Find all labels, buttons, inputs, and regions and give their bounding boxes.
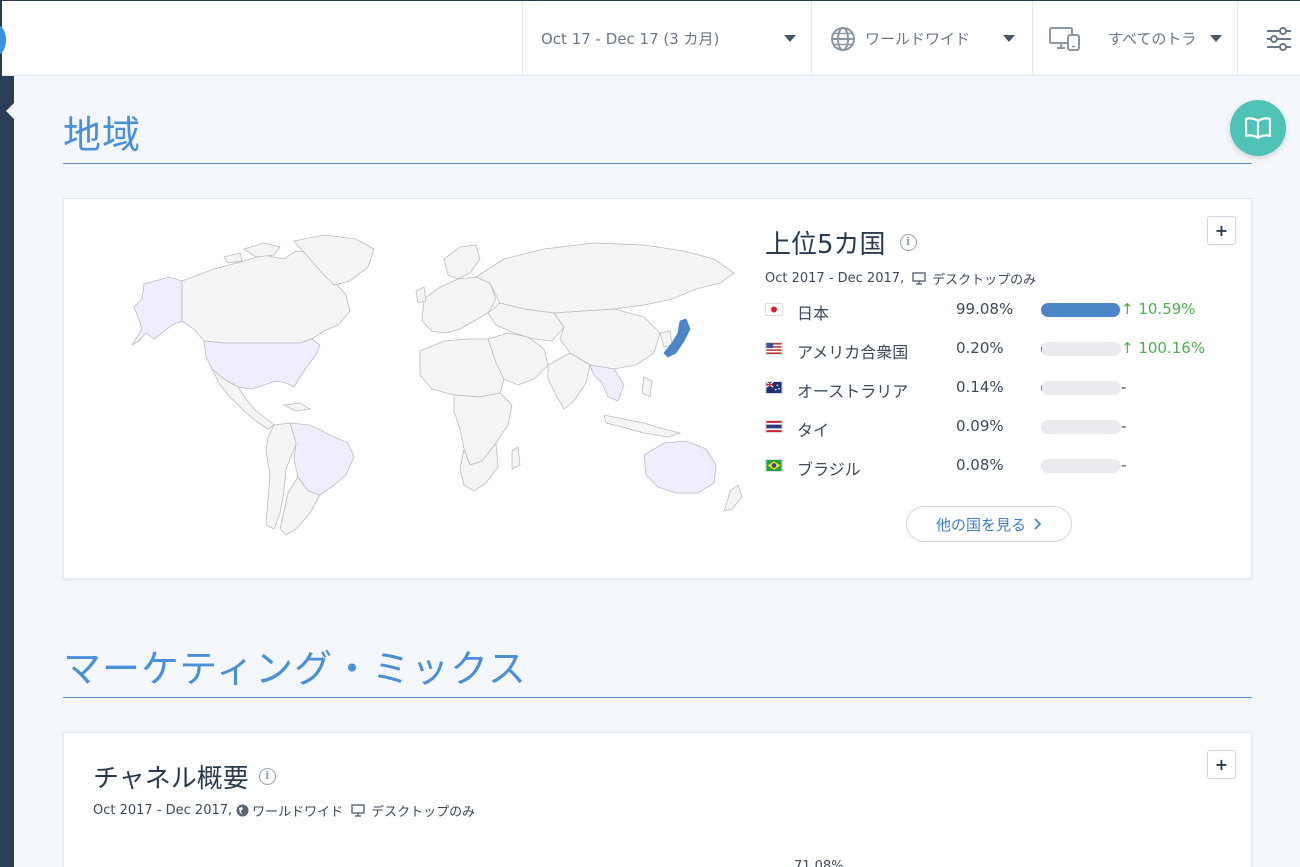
share-bar: [1041, 381, 1121, 395]
top-countries-card: + 上位5カ国 i Oct 2017 - Dec 2017, デスクトップのみ …: [63, 198, 1252, 579]
map-region-indonesia: [603, 414, 682, 438]
country-name: アメリカ合衆国: [797, 343, 909, 362]
country-share: 0.14%: [956, 378, 1004, 396]
top-countries-meta: Oct 2017 - Dec 2017, デスクトップのみ: [765, 269, 1036, 288]
share-bar-fill: [1041, 303, 1121, 317]
country-row-thailand[interactable]: タイ 0.09% -: [765, 415, 1225, 440]
map-region-uk: [415, 286, 427, 304]
map-region-russia: [475, 242, 735, 314]
region-section-title: 地域: [63, 113, 142, 157]
country-change: ↑ 10.59%: [1121, 300, 1196, 318]
share-bar: [1041, 420, 1121, 434]
section-divider: [63, 697, 1252, 698]
map-region-alaska: [131, 276, 183, 346]
top-countries-title: 上位5カ国 i: [765, 224, 917, 261]
flag-brazil-icon: [765, 459, 783, 472]
country-share: 99.08%: [956, 300, 1014, 318]
share-bar: [1041, 342, 1121, 356]
map-region-korea: [659, 330, 673, 348]
info-icon[interactable]: i: [899, 234, 917, 251]
country-name: 日本: [797, 304, 830, 323]
map-region-india: [547, 352, 591, 410]
country-row-japan[interactable]: 日本 99.08% ↑ 10.59%: [765, 298, 1225, 323]
channel-share-value: 71.08%: [794, 859, 844, 867]
see-more-countries-button[interactable]: 他の国を見る: [906, 506, 1072, 542]
device-label: デスクトップのみ: [371, 805, 476, 820]
traffic-value: すべてのトラフィック: [1108, 30, 1198, 48]
country-name: タイ: [797, 421, 830, 440]
country-share: 0.08%: [956, 456, 1004, 474]
chevron-down-icon: [1003, 35, 1015, 42]
country-row-usa[interactable]: アメリカ合衆国 0.20% ↑ 100.16%: [765, 337, 1225, 362]
share-bar: [1041, 303, 1121, 317]
flag-australia-icon: [765, 381, 783, 394]
country-change: ↑ 100.16%: [1121, 339, 1206, 357]
channel-overview-card: + チャネル概要 i Oct 2017 - Dec 2017, ワールドワイド デ…: [63, 732, 1252, 867]
desktop-icon: [351, 804, 365, 817]
channel-overview-title: チャネル概要 i: [93, 758, 276, 795]
chevron-right-icon: [1034, 518, 1042, 530]
book-icon: [1245, 117, 1271, 139]
app-logo-icon[interactable]: [0, 25, 6, 55]
world-map[interactable]: [124, 229, 744, 539]
globe-icon: [236, 804, 249, 817]
map-region-new-zealand: [723, 484, 743, 512]
region-value: ワールドワイド: [865, 30, 971, 48]
map-region-australia: [643, 440, 717, 494]
region-dropdown[interactable]: ワールドワイド: [811, 1, 1033, 76]
channel-overview-meta: Oct 2017 - Dec 2017, ワールドワイド デスクトップのみ: [93, 801, 475, 820]
map-region-scandinavia: [443, 244, 481, 280]
date-range-value: Oct 17 - Dec 17 (3 カ月): [541, 30, 720, 48]
desktop-icon: [912, 272, 926, 285]
share-bar: [1041, 459, 1121, 473]
map-region-madagascar: [511, 446, 521, 470]
period-label: Oct 2017 - Dec 2017,: [93, 803, 233, 818]
sliders-icon: [1267, 27, 1291, 51]
map-region-southeast-asia: [589, 364, 625, 402]
info-icon[interactable]: i: [258, 768, 276, 785]
top-countries-title-text: 上位5カ国: [765, 230, 886, 260]
country-row-australia[interactable]: オーストラリア 0.14% -: [765, 376, 1225, 401]
map-region-europe: [421, 276, 497, 334]
add-to-dashboard-button[interactable]: +: [1207, 216, 1236, 245]
country-change: -: [1121, 378, 1127, 396]
device-label: デスクトップのみ: [932, 273, 1037, 288]
country-name: ブラジル: [797, 460, 861, 479]
marketing-mix-section-title: マーケティング・ミックス: [63, 647, 527, 691]
guide-fab-button[interactable]: [1230, 100, 1286, 156]
globe-icon: [831, 27, 855, 51]
map-region-caribbean: [282, 402, 312, 412]
sidebar-collapse-toggle[interactable]: [6, 103, 14, 119]
country-share: 0.09%: [956, 417, 1004, 435]
flag-usa-icon: [765, 342, 783, 355]
flag-japan-icon: [765, 303, 783, 316]
top-filter-bar: Oct 17 - Dec 17 (3 カ月) ワールドワイド すべてのトラフィッ…: [0, 0, 1300, 77]
add-to-dashboard-button[interactable]: +: [1207, 750, 1236, 779]
section-divider: [63, 163, 1252, 164]
period-label: Oct 2017 - Dec 2017,: [765, 271, 905, 286]
country-row-brazil[interactable]: ブラジル 0.08% -: [765, 454, 1225, 479]
chevron-down-icon: [784, 35, 796, 42]
country-change: -: [1121, 456, 1127, 474]
country-name: オーストラリア: [797, 382, 909, 401]
date-range-dropdown[interactable]: Oct 17 - Dec 17 (3 カ月): [522, 1, 812, 76]
change-value: 10.59%: [1138, 300, 1196, 318]
left-sidebar-strip: [0, 75, 14, 867]
chevron-down-icon: [1210, 35, 1222, 42]
channel-overview-title-text: チャネル概要: [93, 764, 249, 794]
map-region-philippines: [641, 376, 653, 398]
settings-button[interactable]: [1237, 1, 1300, 76]
flag-thailand-icon: [765, 420, 783, 433]
devices-icon: [1049, 27, 1080, 51]
see-more-label: 他の国を見る: [935, 515, 1026, 534]
country-change: -: [1121, 417, 1127, 435]
change-value: 100.16%: [1138, 339, 1206, 357]
traffic-dropdown[interactable]: すべてのトラフィック: [1032, 1, 1238, 76]
country-share: 0.20%: [956, 339, 1004, 357]
region-label: ワールドワイド: [252, 805, 344, 820]
